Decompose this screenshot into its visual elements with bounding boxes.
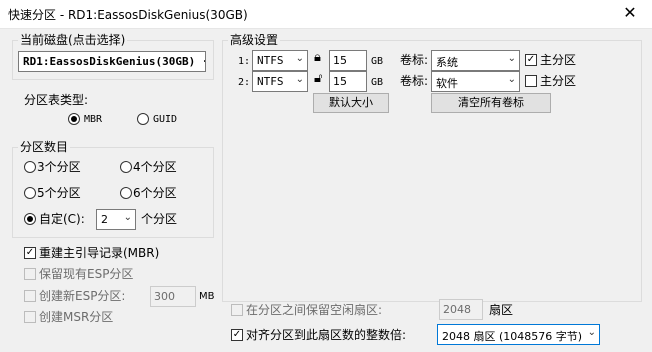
partition-1-size-input[interactable]: 15	[329, 50, 367, 71]
new-esp-label: 创建新ESP分区:	[39, 289, 126, 303]
create-msr-checkbox[interactable]	[24, 311, 36, 323]
keep-esp-label: 保留现有ESP分区	[39, 267, 134, 281]
partition-2-size-input[interactable]: 15	[329, 71, 367, 92]
partition-2-index: 2:	[238, 77, 251, 88]
partition-1-vol-label: 卷标:	[400, 53, 429, 67]
radio-3-partitions[interactable]	[24, 161, 36, 173]
free-space-input[interactable]: 2048	[439, 299, 483, 320]
partition-2-volume-value: 软件	[436, 77, 458, 90]
title-bar: 快速分区 - RD1:EassosDiskGenius(30GB) ✕	[0, 0, 652, 29]
radio-3-label: 3个分区	[37, 160, 81, 174]
free-space-label: 在分区之间保留空闲扇区:	[246, 303, 383, 317]
partition-count-label: 分区数目	[18, 140, 71, 154]
chevron-down-icon: ⌄	[507, 53, 516, 64]
radio-4-label: 4个分区	[133, 160, 177, 174]
chevron-down-icon: ⌄	[587, 327, 596, 338]
custom-count-select[interactable]: 2 ⌄	[96, 209, 136, 230]
radio-custom-label: 自定(C):	[39, 212, 85, 226]
esp-size-input[interactable]: 300	[150, 286, 196, 307]
radio-mbr[interactable]	[68, 113, 80, 125]
esp-size-unit: MB	[199, 291, 215, 302]
free-space-checkbox[interactable]	[231, 304, 243, 316]
partition-1-fs-value: NTFS	[257, 54, 284, 67]
disk-selector[interactable]: RD1:EassosDiskGenius(30GB) ·	[18, 51, 206, 72]
keep-esp-checkbox[interactable]	[24, 268, 36, 280]
chevron-down-icon: ⌄	[123, 212, 132, 223]
partition-1-unit: GB	[371, 56, 384, 67]
radio-5-label: 5个分区	[37, 186, 81, 200]
rebuild-mbr-checkbox[interactable]: ✓	[24, 247, 36, 259]
partition-2-vol-label: 卷标:	[400, 74, 429, 88]
radio-custom[interactable]	[24, 213, 36, 225]
radio-6-partitions[interactable]	[120, 187, 132, 199]
advanced-settings-label: 高级设置	[228, 33, 281, 47]
partition-1-volume-select[interactable]: 系统 ⌄	[431, 50, 520, 71]
lock-icon[interactable]: 🔒︎	[314, 50, 321, 65]
partition-2-fs-select[interactable]: NTFS ⌄	[252, 71, 308, 92]
current-disk-label: 当前磁盘(点击选择)	[18, 33, 128, 47]
radio-4-partitions[interactable]	[120, 161, 132, 173]
radio-5-partitions[interactable]	[24, 187, 36, 199]
create-msr-label: 创建MSR分区	[39, 310, 114, 324]
default-size-button[interactable]: 默认大小	[313, 93, 389, 113]
partition-2-primary-label: 主分区	[540, 74, 577, 88]
align-select[interactable]: 2048 扇区 (1048576 字节) ⌄	[437, 324, 600, 345]
close-button[interactable]: ✕	[608, 0, 652, 28]
clear-labels-button[interactable]: 清空所有卷标	[431, 93, 551, 113]
partition-2-volume-select[interactable]: 软件 ⌄	[431, 71, 520, 92]
chevron-down-icon: ⌄	[507, 74, 516, 85]
partition-1-volume-value: 系统	[436, 56, 458, 69]
partition-1-primary-label: 主分区	[540, 53, 577, 67]
align-label: 对齐分区到此扇区数的整数倍:	[246, 328, 407, 342]
window-title: 快速分区 - RD1:EassosDiskGenius(30GB)	[8, 8, 248, 22]
rebuild-mbr-label: 重建主引导记录(MBR)	[39, 246, 160, 260]
radio-6-label: 6个分区	[133, 186, 177, 200]
chevron-down-icon: ⌄	[295, 53, 304, 64]
partition-table-label: 分区表类型:	[24, 93, 89, 107]
disk-selector-value: RD1:EassosDiskGenius(30GB) ·	[23, 55, 206, 68]
new-esp-checkbox[interactable]	[24, 290, 36, 302]
align-value: 2048 扇区 (1048576 字节)	[442, 330, 583, 343]
custom-count-value: 2	[101, 213, 108, 226]
partition-1-index: 1:	[238, 56, 251, 67]
radio-guid[interactable]	[137, 113, 149, 125]
chevron-down-icon: ⌄	[295, 74, 304, 85]
partition-2-primary-checkbox[interactable]	[525, 75, 537, 87]
custom-count-suffix: 个分区	[141, 212, 178, 226]
partition-1-primary-checkbox[interactable]: ✓	[525, 54, 537, 66]
radio-mbr-label: MBR	[84, 114, 103, 125]
radio-guid-label: GUID	[153, 114, 178, 125]
free-space-unit: 扇区	[489, 303, 514, 317]
partition-1-fs-select[interactable]: NTFS ⌄	[252, 50, 308, 71]
partition-2-fs-value: NTFS	[257, 75, 284, 88]
unlock-icon[interactable]: 🔓︎	[314, 71, 322, 86]
align-checkbox[interactable]: ✓	[231, 329, 243, 341]
partition-2-unit: GB	[371, 77, 384, 88]
